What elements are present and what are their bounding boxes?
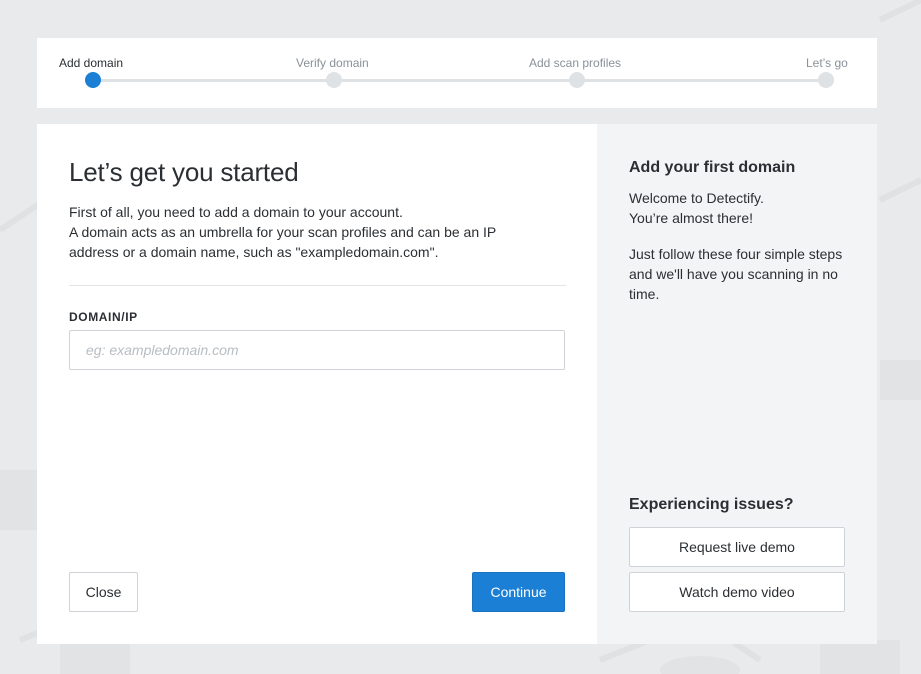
intro-line-2: A domain acts as an umbrella for your sc… [69,224,496,260]
intro-text: First of all, you need to add a domain t… [69,202,539,262]
watch-demo-video-button[interactable]: Watch demo video [629,572,845,612]
domain-field-label: DOMAIN/IP [69,310,138,324]
welcome-line-2: You’re almost there! [629,210,753,226]
close-button[interactable]: Close [69,572,138,612]
request-live-demo-button[interactable]: Request live demo [629,527,845,567]
step-dot [569,72,585,88]
onboarding-card: Let’s get you started First of all, you … [37,124,877,644]
stepper-track [93,79,827,82]
continue-button[interactable]: Continue [472,572,565,612]
onboarding-stepper: Add domain Verify domain Add scan profil… [37,38,877,108]
step-label: Add domain [59,56,124,70]
issues-title: Experiencing issues? [629,496,794,513]
intro-line-1: First of all, you need to add a domain t… [69,204,403,220]
step-dot [326,72,342,88]
domain-input[interactable] [69,330,565,370]
help-side-panel: Add your first domain Welcome to Detecti… [597,124,877,644]
step-dot [818,72,834,88]
page-title: Let’s get you started [69,157,299,187]
step-label: Verify domain [296,56,369,70]
divider [69,285,566,286]
step-dot-active [85,72,101,88]
step-label: Let’s go [806,56,848,70]
side-panel-title: Add your first domain [629,159,796,176]
welcome-line-1: Welcome to Detectify. [629,190,764,206]
main-panel: Let’s get you started First of all, you … [37,124,597,644]
step-label: Add scan profiles [529,56,622,70]
welcome-text: Welcome to Detectify. You’re almost ther… [629,188,849,228]
follow-steps-text: Just follow these four simple steps and … [629,246,843,302]
